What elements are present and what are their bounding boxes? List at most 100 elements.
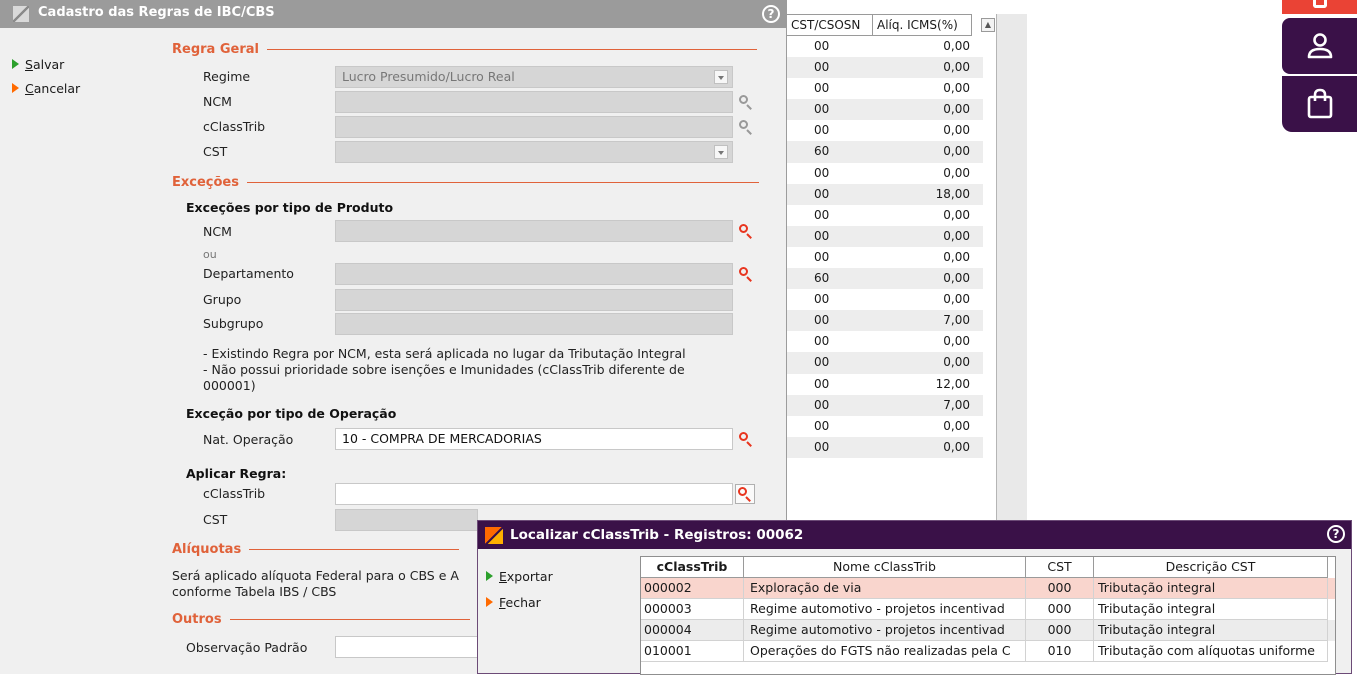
search-cclasstrib-icon[interactable] — [739, 120, 753, 135]
produto-exceptions-title: Exceções por tipo de Produto — [186, 200, 394, 215]
table-row[interactable]: 010001 Operações do FGTS não realizadas p… — [641, 641, 1335, 662]
table-row[interactable]: 00 0,00 — [787, 415, 983, 437]
column-header-cst-csosn[interactable]: CST/CSOSN — [787, 14, 873, 36]
nat-operacao-field[interactable]: 10 - COMPRA DE MERCADORIAS — [335, 428, 733, 450]
aliquotas-text: Será aplicado alíquota Federal para o CB… — [172, 568, 459, 583]
subgrupo-field[interactable] — [335, 313, 733, 335]
search-ncm-icon[interactable] — [739, 95, 753, 110]
save-button[interactable]: Salvar — [12, 52, 80, 76]
cclasstrib-grid-rows: 000002 Exploração de via 000 Tributação int… — [641, 578, 1335, 662]
cell-aliquota: 0,00 — [943, 271, 970, 286]
search-nat-operacao-icon[interactable] — [739, 432, 753, 447]
apply-cclasstrib-field[interactable] — [335, 483, 733, 505]
help-icon[interactable]: ? — [1327, 525, 1345, 543]
apply-cst-label: CST — [203, 512, 228, 527]
cell-descricao: Tributação integral — [1094, 599, 1328, 620]
cclasstrib-grid: cClassTrib Nome cClassTrib CST Descrição… — [640, 556, 1336, 675]
chevron-down-icon[interactable] — [714, 145, 728, 159]
cell-aliquota: 7,00 — [943, 397, 970, 412]
cclasstrib-finder-dialog: Localizar cClassTrib - Registros: 00062 … — [477, 520, 1352, 675]
background-grid-frame: CST/CSOSN Alíq. ICMS(%) ▲ 00 0,00 00 0,00 00… — [787, 14, 997, 524]
cell-aliquota: 0,00 — [943, 355, 970, 370]
search-exception-ncm-icon[interactable] — [739, 224, 753, 239]
table-row[interactable]: 00 0,00 — [787, 352, 983, 374]
table-row[interactable]: 60 0,00 — [787, 268, 983, 290]
exception-ncm-field[interactable] — [335, 220, 733, 242]
cell-nome: Regime automotivo - projetos incentivad — [744, 620, 1026, 641]
cell-nome: Regime automotivo - projetos incentivad — [744, 599, 1026, 620]
table-row[interactable]: 00 12,00 — [787, 373, 983, 395]
ncm-field[interactable] — [335, 91, 733, 113]
cell-aliquota: 0,00 — [943, 292, 970, 307]
grupo-field[interactable] — [335, 289, 733, 311]
table-row[interactable]: 00 7,00 — [787, 310, 983, 332]
table-row[interactable]: 00 0,00 — [787, 436, 983, 458]
table-row[interactable]: 00 18,00 — [787, 183, 983, 205]
section-aliquotas-label: Alíquotas — [172, 542, 242, 557]
section-outros-label: Outros — [172, 612, 222, 627]
column-header-descricao[interactable]: Descrição CST — [1094, 557, 1328, 578]
table-row[interactable]: 000003 Regime automotivo - projetos incen… — [641, 599, 1335, 620]
section-excecoes: Exceções — [172, 175, 759, 190]
play-orange-icon — [486, 597, 493, 607]
section-divider — [266, 49, 757, 50]
column-header-cst[interactable]: CST — [1026, 557, 1094, 578]
apply-cst-field[interactable] — [335, 509, 478, 531]
table-row[interactable]: 00 0,00 — [787, 57, 983, 79]
finder-title: Localizar cClassTrib - Registros: 00062 — [510, 527, 804, 543]
rules-dialog-menu: Salvar Cancelar — [12, 52, 80, 100]
table-row[interactable]: 000002 Exploração de via 000 Tributação int… — [641, 578, 1335, 599]
cell-cst: 00 — [814, 418, 830, 433]
export-button[interactable]: Exportar — [486, 563, 553, 589]
cclasstrib-field[interactable] — [335, 116, 733, 138]
cell-descricao: Tributação integral — [1094, 578, 1328, 599]
chevron-down-icon[interactable] — [714, 70, 728, 84]
cell-cst: 00 — [814, 292, 830, 307]
side-button-cart[interactable] — [1282, 76, 1357, 132]
table-row[interactable]: 00 0,00 — [787, 331, 983, 353]
table-row[interactable]: 00 0,00 — [787, 225, 983, 247]
cell-cst: 00 — [814, 376, 830, 391]
play-orange-icon — [12, 83, 19, 93]
table-row[interactable]: 00 0,00 — [787, 162, 983, 184]
cell-aliquota: 18,00 — [935, 186, 970, 201]
column-header-cclasstrib[interactable]: cClassTrib — [641, 557, 744, 578]
table-row[interactable]: 000004 Regime automotivo - projetos incen… — [641, 620, 1335, 641]
side-button-red[interactable] — [1282, 0, 1357, 14]
nat-operacao-value: 10 - COMPRA DE MERCADORIAS — [342, 431, 542, 446]
table-row[interactable]: 00 0,00 — [787, 204, 983, 226]
departamento-field[interactable] — [335, 263, 733, 285]
table-row[interactable]: 00 0,00 — [787, 246, 983, 269]
export-label: Exportar — [499, 568, 553, 584]
scroll-up-button[interactable]: ▲ — [981, 18, 995, 32]
section-divider — [246, 182, 759, 183]
table-row[interactable]: 00 0,00 — [787, 289, 983, 311]
table-row[interactable]: 00 0,00 — [787, 99, 983, 121]
cell-aliquota: 0,00 — [943, 249, 970, 264]
table-row[interactable]: 00 0,00 — [787, 120, 983, 142]
table-row[interactable]: 00 7,00 — [787, 394, 983, 416]
table-row[interactable]: 00 0,00 — [787, 36, 983, 58]
cancel-button[interactable]: Cancelar — [12, 76, 80, 100]
search-departamento-icon[interactable] — [739, 267, 753, 282]
cell-cst: 00 — [814, 165, 830, 180]
cst-select[interactable] — [335, 141, 733, 163]
cell-cst: 00 — [814, 186, 830, 201]
column-header-aliq-icms[interactable]: Alíq. ICMS(%) — [873, 14, 972, 36]
cell-cst: 60 — [814, 271, 830, 286]
save-label: Salvar — [25, 56, 65, 72]
observacao-field[interactable] — [335, 636, 478, 658]
table-row[interactable]: 60 0,00 — [787, 141, 983, 163]
search-apply-cclasstrib-button[interactable] — [735, 484, 755, 504]
cell-aliquota: 0,00 — [943, 439, 970, 454]
regime-select[interactable]: Lucro Presumido/Lucro Real — [335, 66, 733, 88]
close-button[interactable]: Fechar — [486, 589, 553, 615]
help-icon[interactable]: ? — [762, 5, 780, 23]
finder-titlebar: Localizar cClassTrib - Registros: 00062 … — [478, 521, 1351, 549]
column-header-nome[interactable]: Nome cClassTrib — [744, 557, 1026, 578]
table-row[interactable]: 00 0,00 — [787, 78, 983, 100]
play-green-icon — [12, 59, 19, 69]
side-button-user[interactable] — [1282, 18, 1357, 74]
background-grid-header: CST/CSOSN Alíq. ICMS(%) — [787, 14, 972, 36]
cclasstrib-label: cClassTrib — [203, 119, 266, 134]
